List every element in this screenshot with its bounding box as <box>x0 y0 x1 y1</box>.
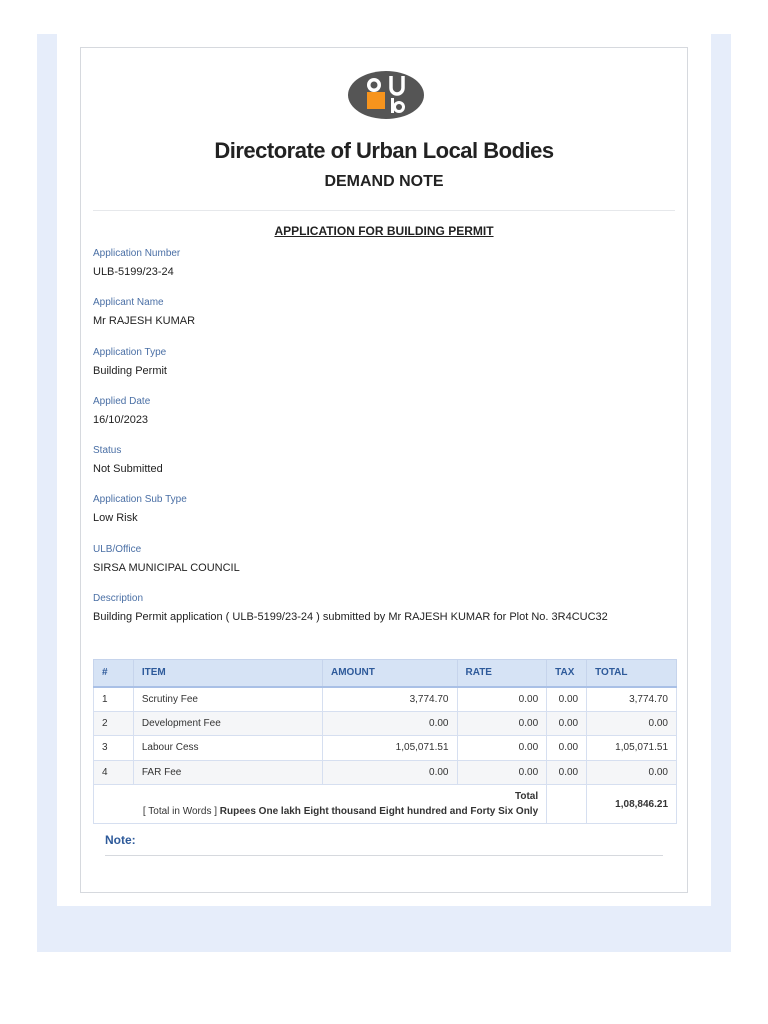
column-header: RATE <box>456 659 548 688</box>
demand-note: Directorate of Urban Local Bodies DEMAND… <box>80 47 688 893</box>
table-row: 3 Labour Cess 1,05,071.51 0.00 0.00 1,05,071.… <box>93 735 677 761</box>
column-header: TAX <box>546 659 588 688</box>
table-cell: 0.00 <box>546 759 588 785</box>
table-cell: 0.00 <box>456 710 548 736</box>
fee-table: # ITEM AMOUNT RATE TAX TOTAL 1 Scrutiny Fee 3,7… <box>92 659 677 824</box>
document-subtitle: DEMAND NOTE <box>324 173 444 190</box>
field-label: Status <box>93 445 122 457</box>
table-cell: FAR Fee <box>132 759 324 785</box>
column-header: ITEM <box>132 659 324 688</box>
table-cell: Scrutiny Fee <box>132 686 324 712</box>
field: Applicant Name Mr RAJESH KUMAR <box>93 296 675 345</box>
table-cell: 3,774.70 <box>586 686 677 712</box>
total-row: Total [ Total in Words ] Rupees One lakh … <box>92 784 677 824</box>
table-row: 2 Development Fee 0.00 0.00 0.00 0.00 <box>93 710 677 736</box>
column-header: TOTAL <box>586 659 677 688</box>
column-header: AMOUNT <box>322 659 458 688</box>
field-label: Application Type <box>93 346 167 358</box>
table-cell: 0.00 <box>546 735 588 761</box>
field-value: Building Permit <box>93 364 167 377</box>
table-cell: 1 <box>93 686 134 712</box>
table-header: # ITEM AMOUNT RATE TAX TOTAL <box>93 659 677 688</box>
table-cell: Development Fee <box>132 710 324 736</box>
field-label: Applicant Name <box>93 297 164 309</box>
table-cell: 0.00 <box>322 759 458 785</box>
table-cell: 0.00 <box>546 686 588 712</box>
field-value: 16/10/2023 <box>93 413 149 426</box>
table-cell: 1,05,071.51 <box>586 735 677 761</box>
table-cell: 0.00 <box>586 759 677 785</box>
divider <box>93 210 675 211</box>
grand-total: 1,08,846.21 <box>615 798 668 810</box>
table-cell: 4 <box>93 759 134 785</box>
section-title: APPLICATION FOR BUILDING PERMIT <box>274 224 494 238</box>
table-cell: 0.00 <box>456 735 548 761</box>
field-label: Description <box>93 593 144 605</box>
field-label: Application Sub Type <box>93 494 187 506</box>
table-cell: 1,05,071.51 <box>322 735 458 761</box>
field: Description Building Permit application (… <box>93 592 675 641</box>
field: Application Type Building Permit <box>93 346 675 395</box>
table-cell: 0.00 <box>322 710 458 736</box>
field-label: Application Number <box>93 248 181 259</box>
field-label: Applied Date <box>93 395 151 407</box>
ulb-logo <box>348 71 424 119</box>
table-cell: 0.00 <box>586 710 677 736</box>
field: Application Sub Type Low Risk <box>93 493 675 542</box>
page-title: Directorate of Urban Local Bodies <box>214 138 554 163</box>
table-cell: 0.00 <box>456 759 548 785</box>
application-details: Application Number ULB-5199/23-24 Applican… <box>93 247 675 641</box>
field: Status Not Submitted <box>93 444 675 493</box>
field-value: Not Submitted <box>93 463 163 476</box>
field-value: SIRSA MUNICIPAL COUNCIL <box>93 561 240 574</box>
note-label: Note: <box>105 833 136 847</box>
table-row: 1 Scrutiny Fee 3,774.70 0.00 0.00 3,774.70 <box>93 686 677 712</box>
table-cell: Labour Cess <box>132 735 324 761</box>
field: ULB/Office SIRSA MUNICIPAL COUNCIL <box>93 543 675 592</box>
field-value: Building Permit application ( ULB-5199/2… <box>93 611 608 624</box>
table-row: 4 FAR Fee 0.00 0.00 0.00 0.00 <box>93 759 677 785</box>
table-cell: 0.00 <box>456 686 548 712</box>
field-value: Low Risk <box>93 512 138 525</box>
column-header: # <box>93 659 134 688</box>
table-cell: 0.00 <box>546 710 588 736</box>
table-cell: 3,774.70 <box>322 686 458 712</box>
table-cell: 2 <box>93 710 134 736</box>
note-divider <box>105 855 663 856</box>
words-prefix: [ Total in Words ] <box>142 806 217 817</box>
field: Application Number ULB-5199/23-24 <box>93 247 675 296</box>
field: Applied Date 16/10/2023 <box>93 395 675 444</box>
field-value: ULB-5199/23-24 <box>93 266 174 278</box>
field-value: Mr RAJESH KUMAR <box>93 315 196 328</box>
field-label: ULB/Office <box>93 543 142 555</box>
table-cell: 3 <box>93 735 134 761</box>
total-in-words: Rupees One lakh Eight thousand Eight hun… <box>219 806 539 817</box>
total-label: Total <box>514 791 539 802</box>
